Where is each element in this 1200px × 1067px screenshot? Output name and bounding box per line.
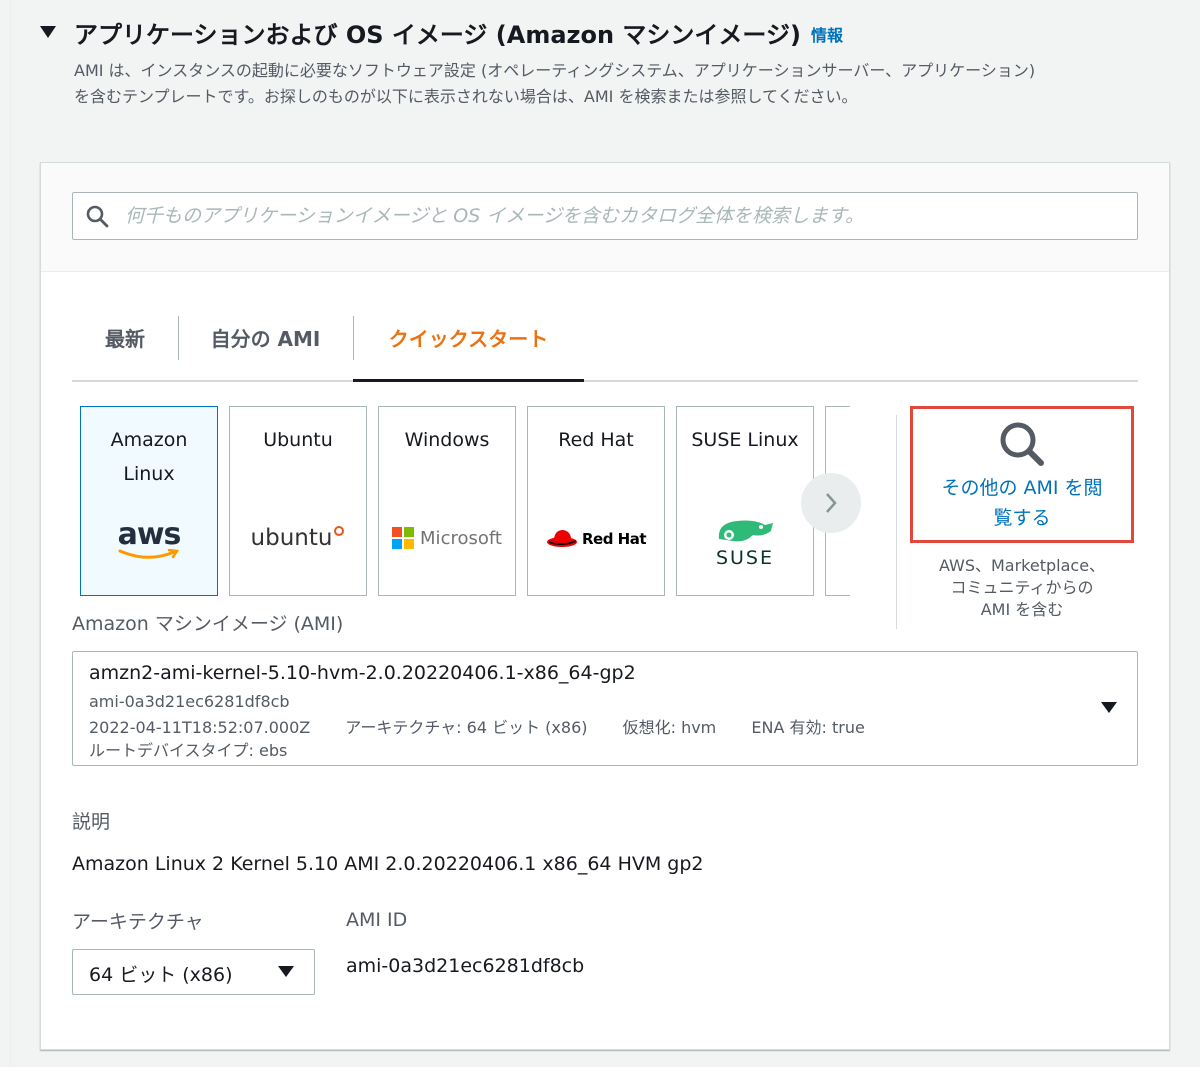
ami-select[interactable]: amzn2-ami-kernel-5.10-hvm-2.0.20220406.1… [72,651,1138,766]
os-card-list: Amazon Linux aws Ubuntu ubuntu Windows M… [80,406,850,598]
architecture-select[interactable]: 64 ビット (x86) [72,949,315,995]
ubuntu-circle-icon [334,526,345,536]
architecture-select-value: 64 ビット (x86) [89,964,233,986]
browse-note-line: コミュニティからの [950,578,1094,597]
ami-meta-line: 2022-04-11T18:52:07.000Z アーキテクチャ: 64 ビット… [89,714,895,738]
tab-label: 自分の AMI [210,326,321,351]
section-description: AMI は、インスタンスの起動に必要なソフトウェア設定 (オペレーティングシステ… [74,58,1179,110]
left-border [10,0,11,1067]
collapse-caret-icon[interactable] [40,26,56,38]
section-header: アプリケーションおよび OS イメージ (Amazon マシンイメージ) 情報 … [40,14,1180,110]
os-card-red-hat[interactable]: Red Hat Red Hat [527,406,665,596]
next-cards-button[interactable] [801,473,861,533]
ami-id: ami-0a3d21ec6281df8cb [89,692,290,711]
os-card-ubuntu[interactable]: Ubuntu ubuntu [229,406,367,596]
ami-virtualization: 仮想化: hvm [622,718,717,737]
info-link[interactable]: 情報 [811,22,843,46]
os-card-suse-linux[interactable]: SUSE Linux SUSE [676,406,814,596]
ubuntu-logo: ubuntu [230,525,366,551]
redhat-logo-text: Red Hat [581,530,647,548]
suse-logo-text: SUSE [715,547,775,569]
ami-select-label: Amazon マシンイメージ (AMI) [72,613,344,635]
tab-quick-start[interactable]: クイックスタート [353,312,584,382]
ami-tabs: 最新 自分の AMI クイックスタート [72,312,1138,382]
catalog-search-box[interactable] [72,192,1138,240]
tab-label: クイックスタート [388,326,549,351]
description-label: 説明 [72,811,111,833]
search-icon [86,205,109,228]
suse-logo: SUSE [677,515,813,569]
ami-id-value: ami-0a3d21ec6281df8cb [346,955,585,977]
microsoft-logo: Microsoft [379,527,515,549]
os-card-name-line: Ubuntu [263,429,333,451]
section-title: アプリケーションおよび OS イメージ (Amazon マシンイメージ) [74,20,801,49]
ubuntu-logo-text: ubuntu [250,525,333,551]
browse-note-line: AMI を含む [980,600,1064,619]
os-card-name-line: SUSE Linux [691,429,799,451]
aws-logo-text: aws [117,517,182,552]
section-description-line: を含むテンプレートです。お探しのものが以下に表示されない場合は、AMI を検索ま… [74,87,858,106]
ami-architecture: アーキテクチャ: 64 ビット (x86) [345,718,588,737]
redhat-logo: Red Hat [528,527,664,551]
os-card-name-line: Linux [123,463,175,485]
architecture-label: アーキテクチャ [72,911,204,933]
ami-date: 2022-04-11T18:52:07.000Z [89,718,311,737]
browse-link-line: 覧する [993,507,1051,529]
redhat-hat-icon [546,530,577,547]
section-description-line: AMI は、インスタンスの起動に必要なソフトウェア設定 (オペレーティングシステ… [74,61,1036,80]
ami-ena: ENA 有効: true [751,718,865,737]
ami-name: amzn2-ami-kernel-5.10-hvm-2.0.20220406.1… [89,662,636,684]
browse-note: AWS、Marketplace、 コミュニティからの AMI を含む [910,555,1134,621]
microsoft-squares-icon [392,527,415,549]
search-zone [41,163,1169,272]
ami-root-device: ルートデバイスタイプ: ebs [89,741,288,760]
os-card-name: Red Hat [528,423,664,457]
catalog-search-input[interactable] [123,204,1137,228]
os-card-name-line: Windows [404,429,490,451]
tab-label: 最新 [105,326,145,351]
browse-more-amis-link[interactable]: その他の AMI を閲 覧する [913,473,1131,533]
ami-id-label: AMI ID [346,909,408,931]
os-card-windows[interactable]: Windows Microsoft [378,406,516,596]
aws-smile-icon [118,549,180,559]
os-card-name: Ubuntu [230,423,366,457]
suse-chameleon-icon [718,520,773,542]
caret-down-icon [1101,702,1117,713]
browse-note-line: AWS、Marketplace、 [938,556,1106,575]
search-icon [1000,422,1044,466]
ami-panel: 最新 自分の AMI クイックスタート Amazon Linux aws [40,162,1170,1050]
chevron-right-icon [826,493,837,513]
tab-my-ami[interactable]: 自分の AMI [178,312,353,380]
microsoft-logo-text: Microsoft [420,527,502,549]
os-card-name: SUSE Linux [677,423,813,457]
os-card-name-line: Red Hat [558,429,634,451]
os-card-amazon-linux[interactable]: Amazon Linux aws [80,406,218,596]
tab-recent[interactable]: 最新 [72,312,178,380]
aws-logo: aws [81,517,217,559]
caret-down-icon [278,966,294,977]
os-card-name: Windows [379,423,515,457]
os-card-name: Amazon Linux [81,423,217,491]
os-card-name-line: Amazon [110,429,188,451]
vertical-divider [896,415,897,629]
browse-link-line: その他の AMI を閲 [941,477,1103,499]
browse-more-amis-button[interactable]: その他の AMI を閲 覧する [910,406,1134,543]
description-value: Amazon Linux 2 Kernel 5.10 AMI 2.0.20220… [72,853,704,875]
